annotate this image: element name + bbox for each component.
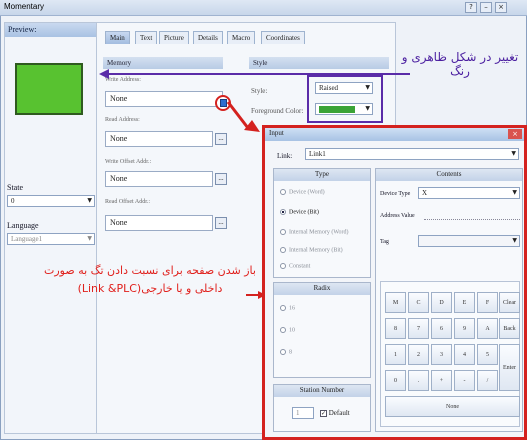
key-clear[interactable]: Clear — [499, 292, 520, 313]
key-6[interactable]: 6 — [431, 318, 452, 339]
help-icon[interactable]: ? — [465, 2, 477, 13]
keypad: M C D E F Clear 8 7 6 9 A Back 1 2 3 4 5… — [380, 281, 520, 427]
purple-arrow — [99, 69, 410, 79]
type-option-internal-bit[interactable]: Internal Memory (Bit) — [280, 247, 343, 253]
link-label: Link: — [277, 152, 293, 160]
button-preview — [15, 63, 83, 115]
key-5[interactable]: 5 — [477, 344, 498, 365]
read-offset-label: Read Offset Addr.: — [105, 199, 151, 205]
checkbox-checked-icon: ✓ — [320, 410, 327, 417]
write-offset-browse-button[interactable]: ... — [215, 173, 227, 185]
tab-picture[interactable]: Picture — [159, 31, 189, 44]
radix-group: Radix 16 10 8 — [273, 282, 371, 378]
write-offset-field[interactable]: None — [105, 171, 213, 187]
address-value-label: Address Value — [380, 213, 415, 219]
window-title: Momentary — [4, 2, 45, 11]
tag-select[interactable]: ▼ — [418, 235, 520, 247]
key-slash[interactable]: / — [477, 370, 498, 391]
state-select[interactable]: 0 ▼ — [7, 195, 95, 207]
type-group: Type Device (Word) Device (Bit) Internal… — [273, 168, 371, 278]
tab-text[interactable]: Text — [135, 31, 158, 44]
station-number-header: Station Number — [274, 385, 370, 397]
contents-group: Contents Device Type X ▼ Address Value T… — [375, 168, 523, 432]
key-dot[interactable]: . — [408, 370, 429, 391]
key-d[interactable]: D — [431, 292, 452, 313]
read-offset-field[interactable]: None — [105, 215, 213, 231]
state-value: 0 — [11, 197, 15, 205]
dialog-title-bar: Input × — [265, 128, 524, 141]
type-option-internal-word[interactable]: Internal Memory (Word) — [280, 229, 349, 235]
key-back[interactable]: Back — [499, 318, 520, 339]
dialog-annotation: باز شدن صفحه برای نسبت دادن تگ به صورت د… — [44, 264, 256, 295]
chevron-down-icon: ▼ — [87, 197, 92, 204]
key-f[interactable]: F — [477, 292, 498, 313]
key-1[interactable]: 1 — [385, 344, 406, 365]
contents-header: Contents — [376, 169, 522, 181]
key-c[interactable]: C — [408, 292, 429, 313]
chevron-down-icon: ▼ — [512, 189, 517, 196]
type-option-constant[interactable]: Constant — [280, 263, 310, 269]
title-bar: Momentary ? – × — [0, 0, 527, 16]
tab-main[interactable]: Main — [105, 31, 130, 44]
close-icon[interactable]: × — [508, 129, 522, 139]
left-panel: Preview: State 0 ▼ Language Language1 ▼ — [4, 22, 100, 434]
type-option-device-bit[interactable]: Device (Bit) — [280, 209, 319, 215]
read-address-label: Read Address: — [105, 117, 140, 123]
key-e[interactable]: E — [454, 292, 475, 313]
type-header: Type — [274, 169, 370, 181]
language-value: Language1 — [11, 235, 43, 243]
key-none[interactable]: None — [385, 396, 520, 417]
read-address-field[interactable]: None — [105, 131, 213, 147]
key-2[interactable]: 2 — [408, 344, 429, 365]
device-type-value: X — [422, 189, 428, 197]
state-label: State — [7, 183, 23, 192]
link-value: Link1 — [309, 150, 326, 158]
address-value-field[interactable] — [424, 219, 520, 220]
language-select[interactable]: Language1 ▼ — [7, 233, 95, 245]
chevron-down-icon: ▼ — [511, 150, 516, 157]
key-9[interactable]: 9 — [454, 318, 475, 339]
key-4[interactable]: 4 — [454, 344, 475, 365]
key-a[interactable]: A — [477, 318, 498, 339]
link-select[interactable]: Link1 ▼ — [305, 148, 519, 160]
device-type-select[interactable]: X ▼ — [418, 187, 520, 199]
tab-details[interactable]: Details — [193, 31, 223, 44]
close-icon[interactable]: × — [495, 2, 507, 13]
radix-option-16[interactable]: 16 — [280, 305, 295, 311]
key-0[interactable]: 0 — [385, 370, 406, 391]
key-minus[interactable]: - — [454, 370, 475, 391]
dialog-title: Input — [269, 129, 284, 137]
radix-option-10[interactable]: 10 — [280, 327, 295, 333]
key-plus[interactable]: + — [431, 370, 452, 391]
radix-option-8[interactable]: 8 — [280, 349, 292, 355]
key-7[interactable]: 7 — [408, 318, 429, 339]
write-offset-label: Write Offset Addr.: — [105, 159, 152, 165]
device-type-label: Device Type — [380, 191, 411, 197]
key-enter[interactable]: Enter — [499, 344, 520, 391]
key-3[interactable]: 3 — [431, 344, 452, 365]
input-dialog: Input × Link: Link1 ▼ Type Device (Word)… — [262, 125, 527, 440]
key-m[interactable]: M — [385, 292, 406, 313]
tab-coordinates[interactable]: Coordinates — [261, 31, 305, 44]
default-checkbox[interactable]: ✓ Default — [320, 409, 350, 417]
chevron-down-icon: ▼ — [87, 235, 92, 242]
station-number-field[interactable]: 1 — [292, 407, 314, 419]
tag-label: Tag — [380, 239, 389, 245]
read-offset-browse-button[interactable]: ... — [215, 217, 227, 229]
style-annotation: تغییر در شکل ظاهری و رنگ — [401, 50, 519, 78]
language-label: Language — [7, 221, 39, 230]
minimize-icon[interactable]: – — [480, 2, 492, 13]
type-option-device-word[interactable]: Device (Word) — [280, 189, 325, 195]
radix-header: Radix — [274, 283, 370, 295]
station-number-group: Station Number 1 ✓ Default — [273, 384, 371, 432]
preview-header: Preview: — [5, 23, 99, 37]
tab-macro[interactable]: Macro — [227, 31, 256, 44]
chevron-down-icon: ▼ — [512, 237, 517, 244]
key-8[interactable]: 8 — [385, 318, 406, 339]
